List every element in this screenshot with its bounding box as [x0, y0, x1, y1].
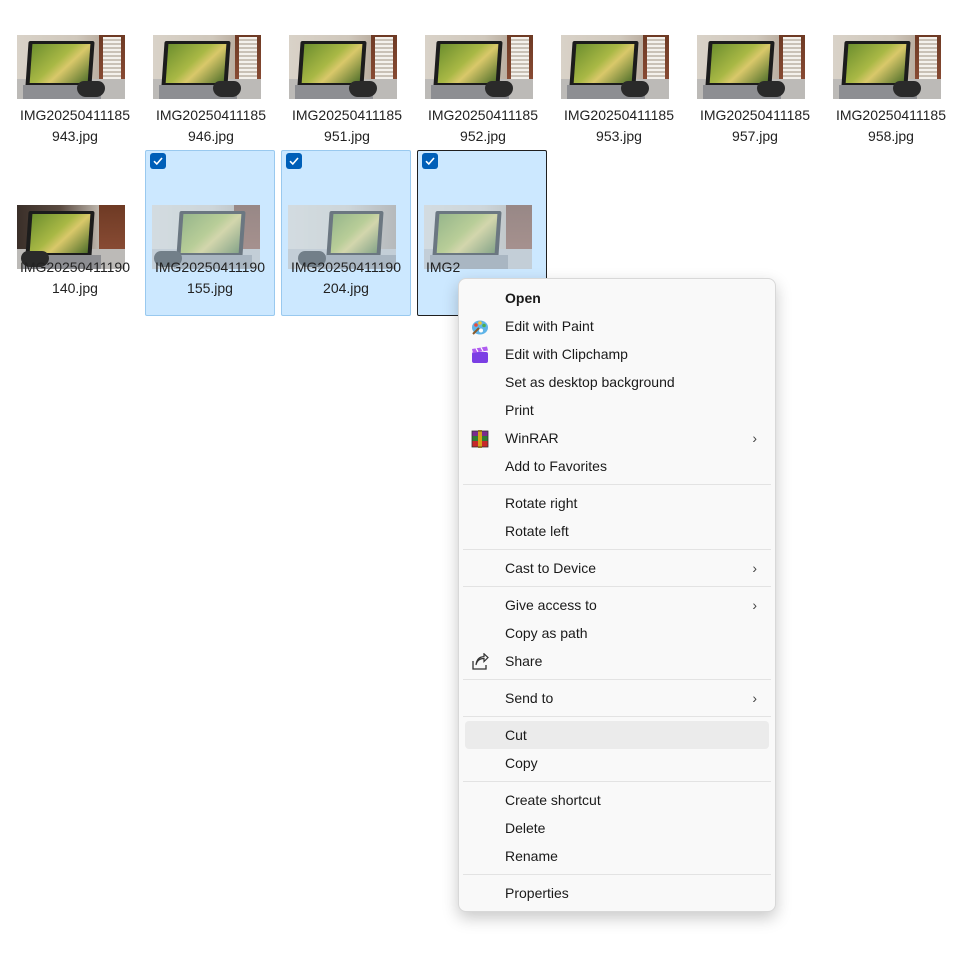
file-item-selected[interactable]: IMG20250411190 155.jpg	[145, 150, 275, 316]
file-name: IMG20250411185 943.jpg	[19, 107, 130, 144]
file-name: IMG20250411185 957.jpg	[699, 107, 810, 144]
checkbox-checked-icon[interactable]	[422, 153, 438, 169]
menu-item-label: Copy	[505, 755, 538, 771]
menu-item-cut[interactable]: Cut	[465, 721, 769, 749]
menu-item-properties[interactable]: Properties	[465, 879, 769, 907]
clipchamp-icon	[471, 345, 489, 363]
file-item[interactable]: IMG20250411185 943.jpg	[10, 0, 140, 164]
image-thumbnail	[561, 35, 669, 99]
file-item[interactable]: IMG20250411185 953.jpg	[554, 0, 684, 164]
chevron-right-icon: ›	[752, 430, 757, 446]
checkbox-checked-icon[interactable]	[150, 153, 166, 169]
file-name: IMG20250411190 140.jpg	[19, 259, 130, 296]
file-item[interactable]: IMG20250411190 140.jpg	[10, 150, 140, 316]
winrar-icon	[471, 429, 489, 448]
menu-item-label: Share	[505, 653, 543, 669]
menu-item-delete[interactable]: Delete	[465, 814, 769, 842]
menu-item-edit-with-paint[interactable]: Edit with Paint	[465, 312, 769, 340]
menu-separator	[463, 549, 771, 550]
menu-item-winrar[interactable]: WinRAR ›	[465, 424, 769, 452]
image-thumbnail	[697, 35, 805, 99]
menu-item-share[interactable]: Share	[465, 647, 769, 675]
image-thumbnail	[289, 35, 397, 99]
file-item[interactable]: IMG20250411185 958.jpg	[826, 0, 956, 164]
menu-item-label: Cast to Device	[505, 560, 597, 576]
menu-item-label: Delete	[505, 820, 546, 836]
menu-item-label: Rotate right	[505, 495, 578, 511]
file-name: IMG20250411190 204.jpg	[290, 259, 401, 296]
menu-item-label: Give access to	[505, 597, 597, 613]
menu-item-label: Set as desktop background	[505, 374, 675, 390]
menu-item-give-access-to[interactable]: Give access to ›	[465, 591, 769, 619]
menu-item-set-desktop-background[interactable]: Set as desktop background	[465, 368, 769, 396]
menu-item-copy[interactable]: Copy	[465, 749, 769, 777]
menu-item-send-to[interactable]: Send to ›	[465, 684, 769, 712]
menu-item-label: Add to Favorites	[505, 458, 607, 474]
menu-separator	[463, 484, 771, 485]
menu-item-print[interactable]: Print	[465, 396, 769, 424]
chevron-right-icon: ›	[752, 690, 757, 706]
image-thumbnail	[425, 35, 533, 99]
paint-palette-icon	[471, 317, 489, 335]
menu-separator	[463, 586, 771, 587]
file-name: IMG2	[426, 259, 461, 275]
menu-separator	[463, 679, 771, 680]
menu-separator	[463, 716, 771, 717]
menu-item-rotate-right[interactable]: Rotate right	[465, 489, 769, 517]
menu-separator	[463, 874, 771, 875]
file-item[interactable]: IMG20250411185 951.jpg	[282, 0, 412, 164]
file-name: IMG20250411185 953.jpg	[563, 107, 674, 144]
image-thumbnail	[153, 35, 261, 99]
menu-item-open[interactable]: Open	[465, 284, 769, 312]
menu-item-edit-with-clipchamp[interactable]: Edit with Clipchamp	[465, 340, 769, 368]
menu-item-label: Create shortcut	[505, 792, 601, 808]
menu-item-label: Rename	[505, 848, 558, 864]
file-name: IMG20250411185 951.jpg	[291, 107, 402, 144]
menu-item-label: Edit with Clipchamp	[505, 346, 628, 362]
menu-item-label: Copy as path	[505, 625, 588, 641]
menu-item-rename[interactable]: Rename	[465, 842, 769, 870]
menu-item-create-shortcut[interactable]: Create shortcut	[465, 786, 769, 814]
menu-item-label: Print	[505, 402, 534, 418]
chevron-right-icon: ›	[752, 560, 757, 576]
file-name: IMG20250411185 946.jpg	[155, 107, 266, 144]
file-item[interactable]: IMG20250411185 957.jpg	[690, 0, 820, 164]
chevron-right-icon: ›	[752, 597, 757, 613]
menu-item-rotate-left[interactable]: Rotate left	[465, 517, 769, 545]
menu-item-cast-to-device[interactable]: Cast to Device ›	[465, 554, 769, 582]
menu-item-label: Cut	[505, 727, 527, 743]
file-name: IMG20250411185 958.jpg	[835, 107, 946, 144]
menu-item-label: Send to	[505, 690, 554, 706]
file-item[interactable]: IMG20250411185 952.jpg	[418, 0, 548, 164]
image-thumbnail	[17, 35, 125, 99]
menu-item-copy-as-path[interactable]: Copy as path	[465, 619, 769, 647]
context-menu: Open Edit with Paint Edit with Clipchamp…	[458, 278, 776, 912]
file-name: IMG20250411190 155.jpg	[154, 259, 265, 296]
file-item[interactable]: IMG20250411185 946.jpg	[146, 0, 276, 164]
checkbox-checked-icon[interactable]	[286, 153, 302, 169]
menu-item-label: Edit with Paint	[505, 318, 594, 334]
menu-separator	[463, 781, 771, 782]
menu-item-label: Open	[505, 290, 541, 306]
image-thumbnail	[833, 35, 941, 99]
menu-item-add-to-favorites[interactable]: Add to Favorites	[465, 452, 769, 480]
menu-item-label: Rotate left	[505, 523, 569, 539]
file-item-selected[interactable]: IMG20250411190 204.jpg	[281, 150, 411, 316]
file-name: IMG20250411185 952.jpg	[427, 107, 538, 144]
menu-item-label: WinRAR	[505, 430, 559, 446]
menu-item-label: Properties	[505, 885, 569, 901]
share-icon	[471, 652, 489, 670]
